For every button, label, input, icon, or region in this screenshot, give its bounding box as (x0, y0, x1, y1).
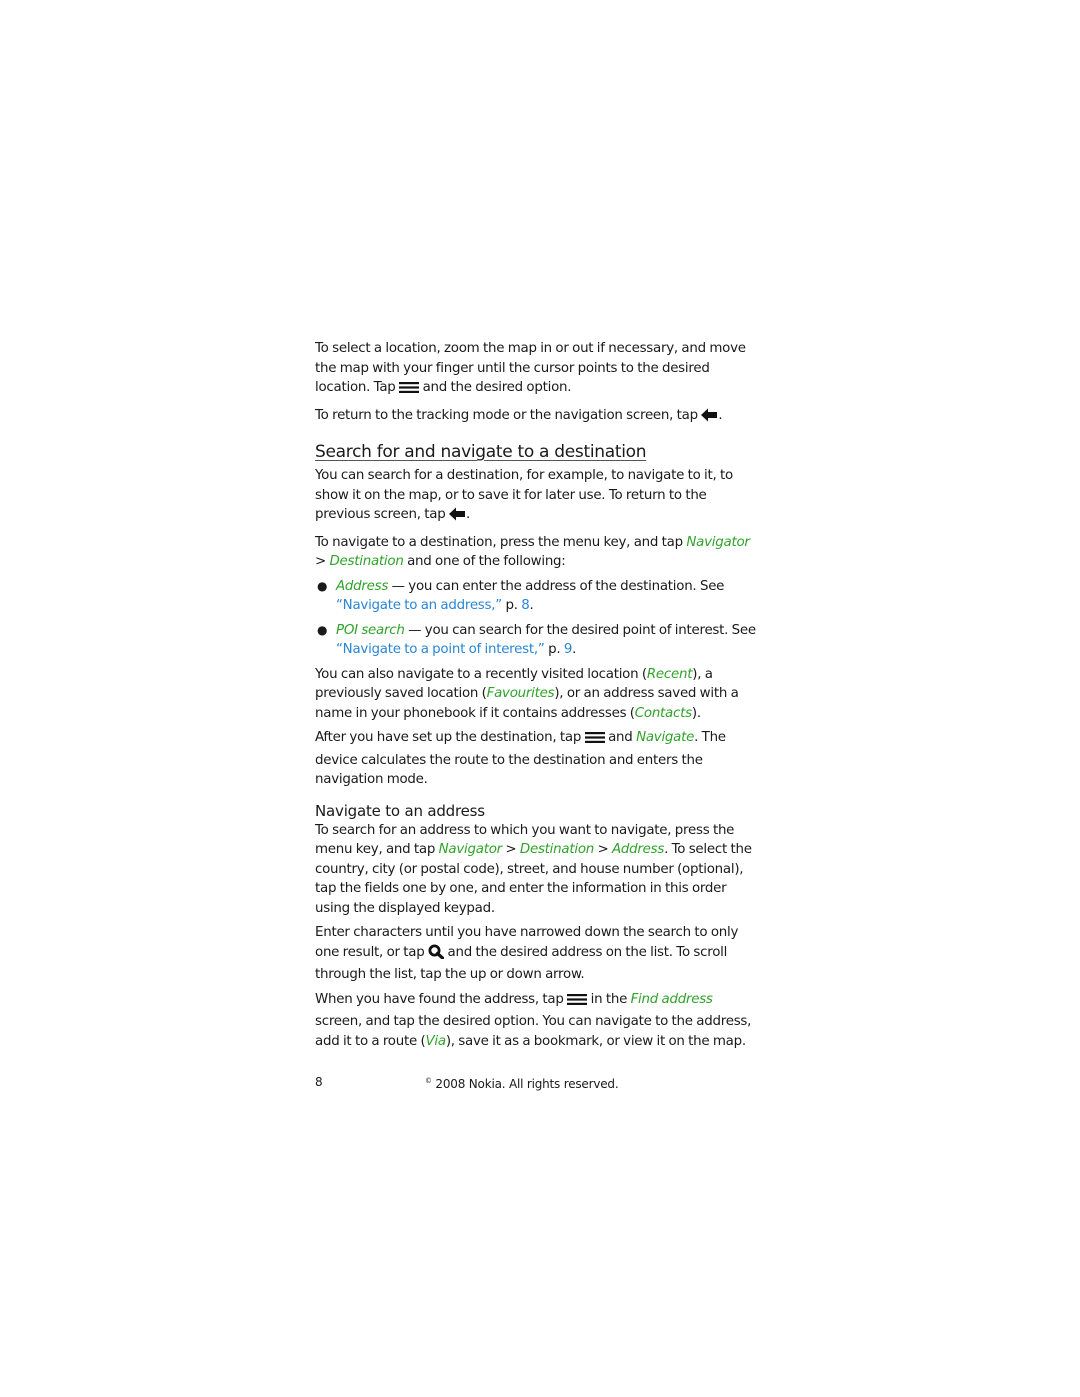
menu-term-poi-search: POI search (336, 622, 405, 638)
menu-term-destination: Destination (329, 554, 404, 569)
menu-term-recent: Recent (646, 666, 693, 682)
text-run: — you can search for the desired point o… (404, 622, 756, 638)
menu-separator: > (501, 842, 520, 857)
intro-paragraph-select-location: To select a location, zoom the map in or… (315, 339, 760, 401)
options-menu-icon (584, 731, 605, 751)
text-run: ). (691, 705, 701, 721)
section-heading: Search for and navigate to a destination (315, 442, 647, 462)
text-run: . (529, 598, 534, 613)
text-run: . (572, 642, 577, 657)
text-run: To navigate to a destination, press the … (315, 534, 687, 550)
back-arrow-icon (449, 507, 466, 528)
text-run: p. (544, 642, 564, 657)
search-address-paragraph: To search for an address to which you wa… (315, 821, 760, 919)
recent-favourites-contacts-paragraph: You can also navigate to a recently visi… (315, 665, 760, 724)
enter-characters-paragraph: Enter characters until you have narrowed… (315, 923, 760, 985)
list-item-poi-search: ● POI search — you can search for the des… (315, 621, 760, 660)
bullet-icon: ● (317, 578, 328, 593)
menu-separator: > (315, 554, 330, 569)
bullet-icon: ● (317, 622, 328, 637)
page-reference-link[interactable]: 9 (564, 642, 573, 657)
cross-reference-link-navigate-poi[interactable]: “Navigate to a point of interest,” (336, 642, 545, 657)
text-run: ), save it as a bookmark, or view it on … (445, 1033, 746, 1049)
text-run: . (718, 407, 723, 423)
options-menu-icon (567, 993, 588, 1013)
navigate-instructions-paragraph: To navigate to a destination, press the … (315, 533, 760, 572)
menu-separator: > (594, 842, 612, 857)
menu-term-address: Address (611, 842, 665, 857)
menu-term-navigate: Navigate (636, 730, 695, 745)
intro-paragraph-return: To return to the tracking mode or the na… (315, 406, 760, 429)
text-run: To return to the tracking mode or the na… (315, 407, 702, 423)
manual-page-content: To select a location, zoom the map in or… (315, 339, 760, 1056)
list-item-address: ● Address — you can enter the address of … (315, 577, 760, 616)
text-run: and one of the following: (403, 554, 566, 569)
found-address-paragraph: When you have found the address, tap in … (315, 990, 760, 1052)
page-reference-link[interactable]: 8 (521, 598, 530, 613)
subsection-heading: Navigate to an address (315, 801, 485, 820)
text-run: and (604, 730, 637, 745)
section-intro-paragraph: You can search for a destination, for ex… (315, 466, 760, 528)
back-arrow-icon (701, 408, 718, 429)
copyright-text: 2008 Nokia. All rights reserved. (431, 1077, 619, 1091)
destination-options-list: ● Address — you can enter the address of … (315, 577, 760, 660)
menu-term-via: Via (425, 1033, 446, 1049)
search-icon (428, 944, 445, 966)
menu-term-navigator: Navigator (438, 842, 503, 857)
copyright-symbol: © (425, 1077, 432, 1085)
text-run: When you have found the address, tap (315, 991, 568, 1007)
menu-term-contacts: Contacts (634, 705, 692, 721)
text-run: p. (501, 598, 522, 613)
text-run: . (466, 507, 471, 522)
text-run: You can also navigate to a recently visi… (315, 666, 647, 682)
page-number: 8 (315, 1075, 323, 1089)
after-setup-paragraph: After you have set up the destination, t… (315, 728, 760, 790)
options-menu-icon (399, 381, 420, 401)
text-run: in the (587, 991, 631, 1007)
menu-term-find-address: Find address (630, 991, 713, 1007)
menu-term-destination: Destination (519, 842, 594, 857)
menu-term-favourites: Favourites (486, 686, 555, 701)
cross-reference-link-navigate-address[interactable]: “Navigate to an address,” (336, 598, 502, 613)
menu-term-address: Address (336, 578, 389, 594)
menu-term-navigator: Navigator (686, 534, 750, 550)
text-run: and the desired option. (419, 380, 572, 395)
text-run: — you can enter the address of the desti… (388, 578, 725, 594)
text-run: After you have set up the destination, t… (315, 730, 585, 745)
text-run: You can search for a destination, for ex… (315, 468, 733, 522)
copyright-notice: © 2008 Nokia. All rights reserved. (425, 1077, 619, 1091)
